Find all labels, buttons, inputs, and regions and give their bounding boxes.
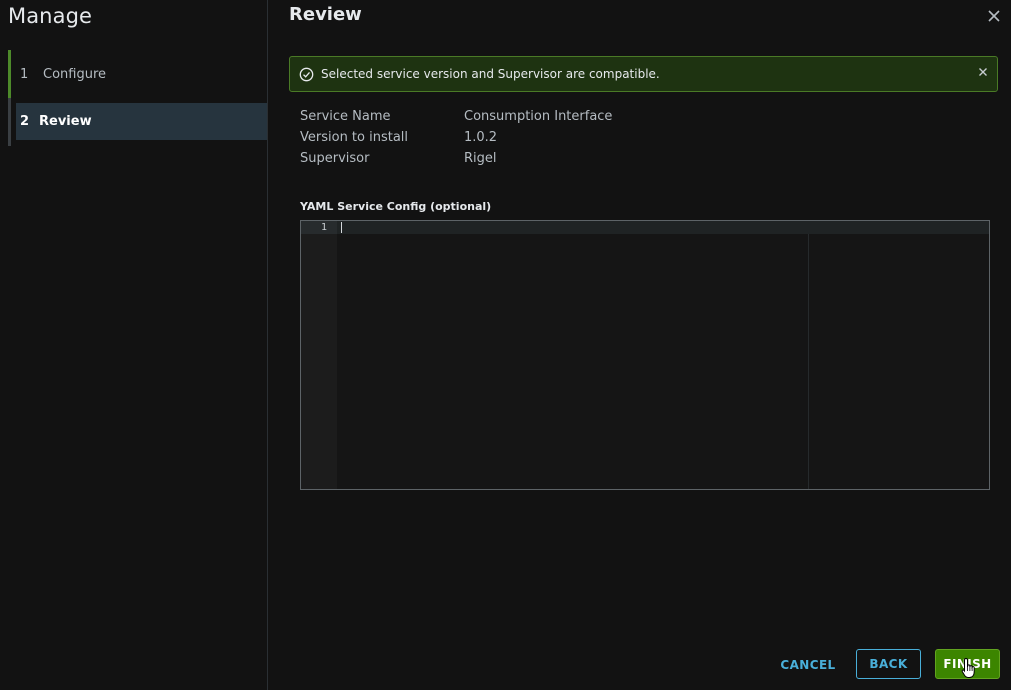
editor-gutter [301,221,337,489]
step-label: Review [39,114,92,129]
summary-row: Service Name Consumption Interface [300,106,612,127]
step-review[interactable]: 2 Review [16,103,267,140]
cancel-button[interactable]: CANCEL [774,650,842,680]
service-summary: Service Name Consumption Interface Versi… [300,106,612,169]
editor-active-line [337,221,989,234]
alert-message: Selected service version and Supervisor … [321,67,660,81]
yaml-config-label: YAML Service Config (optional) [300,200,492,213]
line-number: 1 [320,222,327,233]
summary-value: Rigel [464,151,497,166]
text-cursor [341,222,342,233]
hand-pointer-icon [961,657,977,679]
page-title: Review [289,4,362,25]
summary-label: Service Name [300,109,391,124]
wizard-title: Manage [8,4,93,28]
check-circle-icon [298,66,314,82]
wizard-main: Review Selected service version and Supe… [268,0,1011,690]
close-icon[interactable] [985,9,1003,27]
summary-value: 1.0.2 [464,130,498,145]
step-label: Configure [43,67,107,82]
summary-label: Supervisor [300,151,370,166]
summary-row: Supervisor Rigel [300,148,612,169]
success-alert: Selected service version and Supervisor … [289,56,998,92]
step-number: 1 [20,67,29,82]
summary-value: Consumption Interface [464,109,613,124]
wizard-sidebar: Manage 1 Configure 2 Review [0,0,268,690]
steps-progress-fill [8,50,11,98]
editor-print-margin [808,234,809,489]
wizard-steps: 1 Configure 2 Review [8,50,267,146]
summary-row: Version to install 1.0.2 [300,127,612,148]
close-icon[interactable] [978,66,988,82]
yaml-editor[interactable]: 1 [300,220,990,490]
step-configure[interactable]: 1 Configure [16,56,267,93]
summary-label: Version to install [300,130,409,145]
back-button[interactable]: BACK [856,649,921,679]
step-number: 2 [20,114,30,129]
